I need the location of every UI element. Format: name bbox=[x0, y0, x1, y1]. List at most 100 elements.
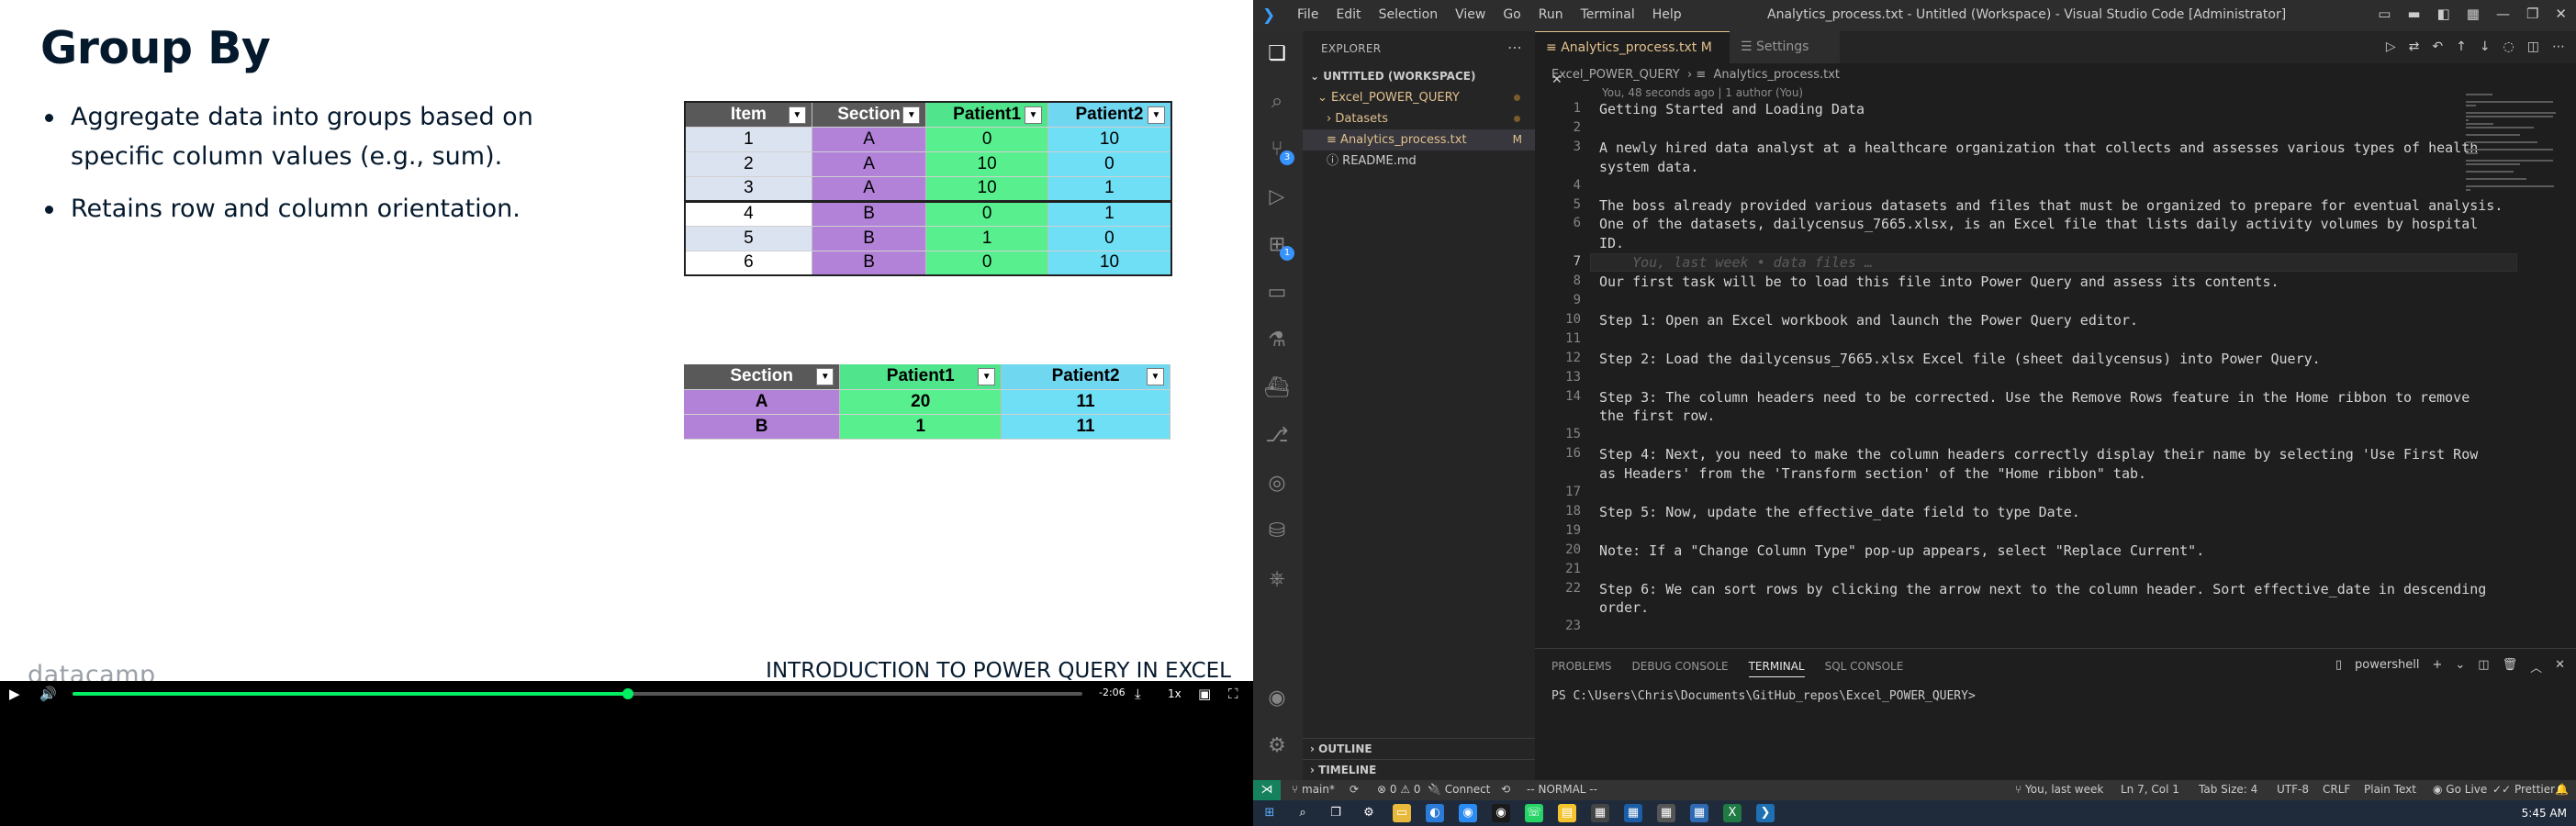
sticky-notes-icon[interactable]: ▤ bbox=[1558, 804, 1576, 822]
go-live[interactable]: ◉ Go Live bbox=[2433, 783, 2487, 796]
connect-status[interactable]: 🔌 Connect bbox=[1428, 783, 1490, 796]
outline-section[interactable]: › OUTLINE bbox=[1303, 738, 1535, 759]
progress-bar[interactable] bbox=[73, 688, 1082, 699]
timeline-section[interactable]: › TIMELINE bbox=[1303, 759, 1535, 780]
download-icon[interactable]: ⤓ bbox=[1135, 685, 1141, 703]
tree-folder-datasets[interactable]: › Datasets bbox=[1303, 108, 1535, 129]
vscode-taskbar-icon[interactable]: ❯ bbox=[1756, 804, 1775, 822]
line-ending[interactable]: CRLF bbox=[2323, 783, 2350, 796]
app-icon[interactable]: ▦ bbox=[1657, 804, 1675, 822]
customize-layout-icon[interactable]: ▦ bbox=[2467, 6, 2480, 22]
file-explorer-icon[interactable]: ▭ bbox=[1393, 804, 1411, 822]
remote-explorer-icon[interactable]: ▭ bbox=[1263, 279, 1291, 307]
github-icon[interactable]: ◎ bbox=[1263, 470, 1291, 497]
open-changes-icon[interactable]: ◌ bbox=[2503, 39, 2514, 54]
search-icon[interactable]: ⌕ bbox=[1294, 804, 1312, 822]
language-mode[interactable]: Plain Text bbox=[2364, 783, 2416, 796]
kubernetes-icon[interactable]: ⎈ bbox=[1263, 565, 1291, 593]
volume-icon[interactable]: 🔊 bbox=[39, 685, 57, 703]
menu-selection[interactable]: Selection bbox=[1379, 7, 1439, 22]
workspace-header[interactable]: ⌄ UNTITLED (WORKSPACE) bbox=[1303, 66, 1535, 87]
tab-analytics-process[interactable]: ≡ Analytics_process.txt M ✕ bbox=[1535, 31, 1730, 87]
chevron-down-icon[interactable]: ⌄ bbox=[2455, 658, 2465, 675]
menu-file[interactable]: File bbox=[1297, 7, 1318, 22]
split-terminal-icon[interactable]: ◫ bbox=[2478, 658, 2489, 675]
revert-icon[interactable]: ↶ bbox=[2432, 39, 2443, 54]
git-graph-icon[interactable]: ⎇ bbox=[1263, 422, 1291, 450]
testing-icon[interactable]: ⚗ bbox=[1263, 327, 1291, 354]
run-icon[interactable]: ▷ bbox=[2386, 39, 2396, 54]
split-editor-icon[interactable]: ◫ bbox=[2527, 39, 2539, 54]
accounts-icon[interactable]: ◉ bbox=[1263, 685, 1291, 712]
cursor-position[interactable]: Ln 7, Col 1 bbox=[2121, 783, 2179, 796]
source-control-icon[interactable]: ⑂ 3 bbox=[1263, 136, 1294, 165]
menu-help[interactable]: Help bbox=[1652, 7, 1682, 22]
menu-view[interactable]: View bbox=[1455, 7, 1485, 22]
shell-name[interactable]: powershell bbox=[2355, 658, 2419, 675]
tab-size[interactable]: Tab Size: 4 bbox=[2199, 783, 2257, 796]
restore-icon[interactable]: ❐ bbox=[2526, 6, 2538, 22]
notifications-icon[interactable]: 🔔 bbox=[2555, 783, 2569, 796]
previous-change-icon[interactable]: ↑ bbox=[2456, 39, 2467, 54]
kill-terminal-icon[interactable]: 🗑 bbox=[2503, 658, 2518, 675]
tab-problems[interactable]: PROBLEMS bbox=[1551, 660, 1612, 677]
progress-handle[interactable] bbox=[622, 688, 633, 699]
task-view-icon[interactable]: ❐ bbox=[1327, 804, 1345, 822]
terminal-prompt[interactable]: PS C:\Users\Chris\Documents\GitHub_repos… bbox=[1551, 689, 1976, 703]
next-change-icon[interactable]: ↓ bbox=[2480, 39, 2491, 54]
app-icon[interactable]: ▦ bbox=[1591, 804, 1609, 822]
chrome-icon[interactable]: ◉ bbox=[1459, 804, 1477, 822]
tab-settings[interactable]: ☰ Settings bbox=[1730, 31, 1840, 63]
more-actions-icon[interactable]: ⋯ bbox=[2552, 39, 2565, 54]
tab-debug-console[interactable]: DEBUG CONSOLE bbox=[1632, 660, 1729, 677]
new-terminal-icon[interactable]: + bbox=[2432, 658, 2442, 675]
tab-terminal[interactable]: TERMINAL bbox=[1748, 660, 1805, 677]
edge-icon[interactable]: ◐ bbox=[1426, 804, 1444, 822]
play-icon[interactable]: ▶ bbox=[9, 685, 20, 703]
breadcrumb-file[interactable]: Analytics_process.txt bbox=[1714, 68, 1841, 82]
tree-file-analytics[interactable]: ≡ Analytics_process.txt M bbox=[1303, 129, 1535, 151]
encoding[interactable]: UTF-8 bbox=[2277, 783, 2309, 796]
chrome-active-icon[interactable]: ◉ bbox=[1492, 804, 1510, 822]
explorer-icon[interactable]: ❏ bbox=[1263, 40, 1291, 68]
layout-icon[interactable]: ▭ bbox=[2378, 6, 2391, 22]
excel-icon[interactable]: X bbox=[1723, 804, 1742, 822]
remote-icon[interactable]: ⋊ bbox=[1253, 780, 1281, 800]
whatsapp-icon[interactable]: ☏ bbox=[1525, 804, 1543, 822]
menu-edit[interactable]: Edit bbox=[1336, 7, 1361, 22]
menu-go[interactable]: Go bbox=[1503, 7, 1520, 22]
close-panel-icon[interactable]: ✕ bbox=[2555, 658, 2565, 675]
compare-icon[interactable]: ⇄ bbox=[2409, 39, 2420, 54]
minimize-icon[interactable]: — bbox=[2496, 6, 2510, 22]
codelens-blame[interactable]: You, 48 seconds ago | 1 author (You) bbox=[1602, 86, 1803, 99]
sync-icon[interactable]: ⟳ bbox=[1350, 783, 1359, 796]
docker-icon[interactable]: ⛴ bbox=[1263, 374, 1291, 402]
code-editor[interactable]: 1 Getting Started and Loading Data 2 3 A new… bbox=[1535, 101, 2545, 642]
database-icon[interactable]: ⛁ bbox=[1263, 518, 1291, 545]
speed-button[interactable]: 1x bbox=[1168, 685, 1182, 703]
problems-status[interactable]: ⊗ 0 ⚠ 0 bbox=[1377, 783, 1421, 796]
captions-icon[interactable]: ▣ bbox=[1198, 685, 1211, 703]
blame-status[interactable]: ⑂ You, last week bbox=[2015, 783, 2103, 796]
tree-folder-root[interactable]: ⌄ Excel_POWER_QUERY bbox=[1303, 87, 1535, 108]
run-debug-icon[interactable]: ▷ bbox=[1263, 184, 1291, 211]
close-icon[interactable]: ✕ bbox=[2555, 6, 2567, 22]
more-actions-icon[interactable]: ⋯ bbox=[1507, 39, 1522, 56]
tree-file-readme[interactable]: ⓘ README.md bbox=[1303, 151, 1535, 172]
fullscreen-icon[interactable]: ⛶ bbox=[1228, 685, 1238, 703]
branch-status[interactable]: ⑂ main* bbox=[1292, 783, 1335, 796]
toggle-panel-icon[interactable]: ▬ bbox=[2407, 6, 2420, 22]
settings-icon[interactable]: ⚙ bbox=[1360, 804, 1378, 822]
breadcrumb-folder[interactable]: Excel_POWER_QUERY bbox=[1551, 68, 1680, 82]
tab-sql-console[interactable]: SQL CONSOLE bbox=[1825, 660, 1904, 677]
menu-terminal[interactable]: Terminal bbox=[1581, 7, 1635, 22]
extensions-icon[interactable]: ⊞ 1 bbox=[1263, 231, 1294, 261]
app-icon[interactable]: ▦ bbox=[1690, 804, 1708, 822]
maximize-panel-icon[interactable]: ︿ bbox=[2530, 658, 2542, 675]
start-icon[interactable]: ⊞ bbox=[1260, 804, 1279, 822]
minimap[interactable] bbox=[2458, 83, 2569, 633]
toggle-sidebar-icon[interactable]: ◧ bbox=[2437, 6, 2450, 22]
app-icon[interactable]: ▦ bbox=[1624, 804, 1642, 822]
video-player[interactable]: Group By Aggregate data into groups base… bbox=[0, 0, 1253, 826]
prettier[interactable]: ✓✓ Prettier bbox=[2492, 783, 2555, 796]
